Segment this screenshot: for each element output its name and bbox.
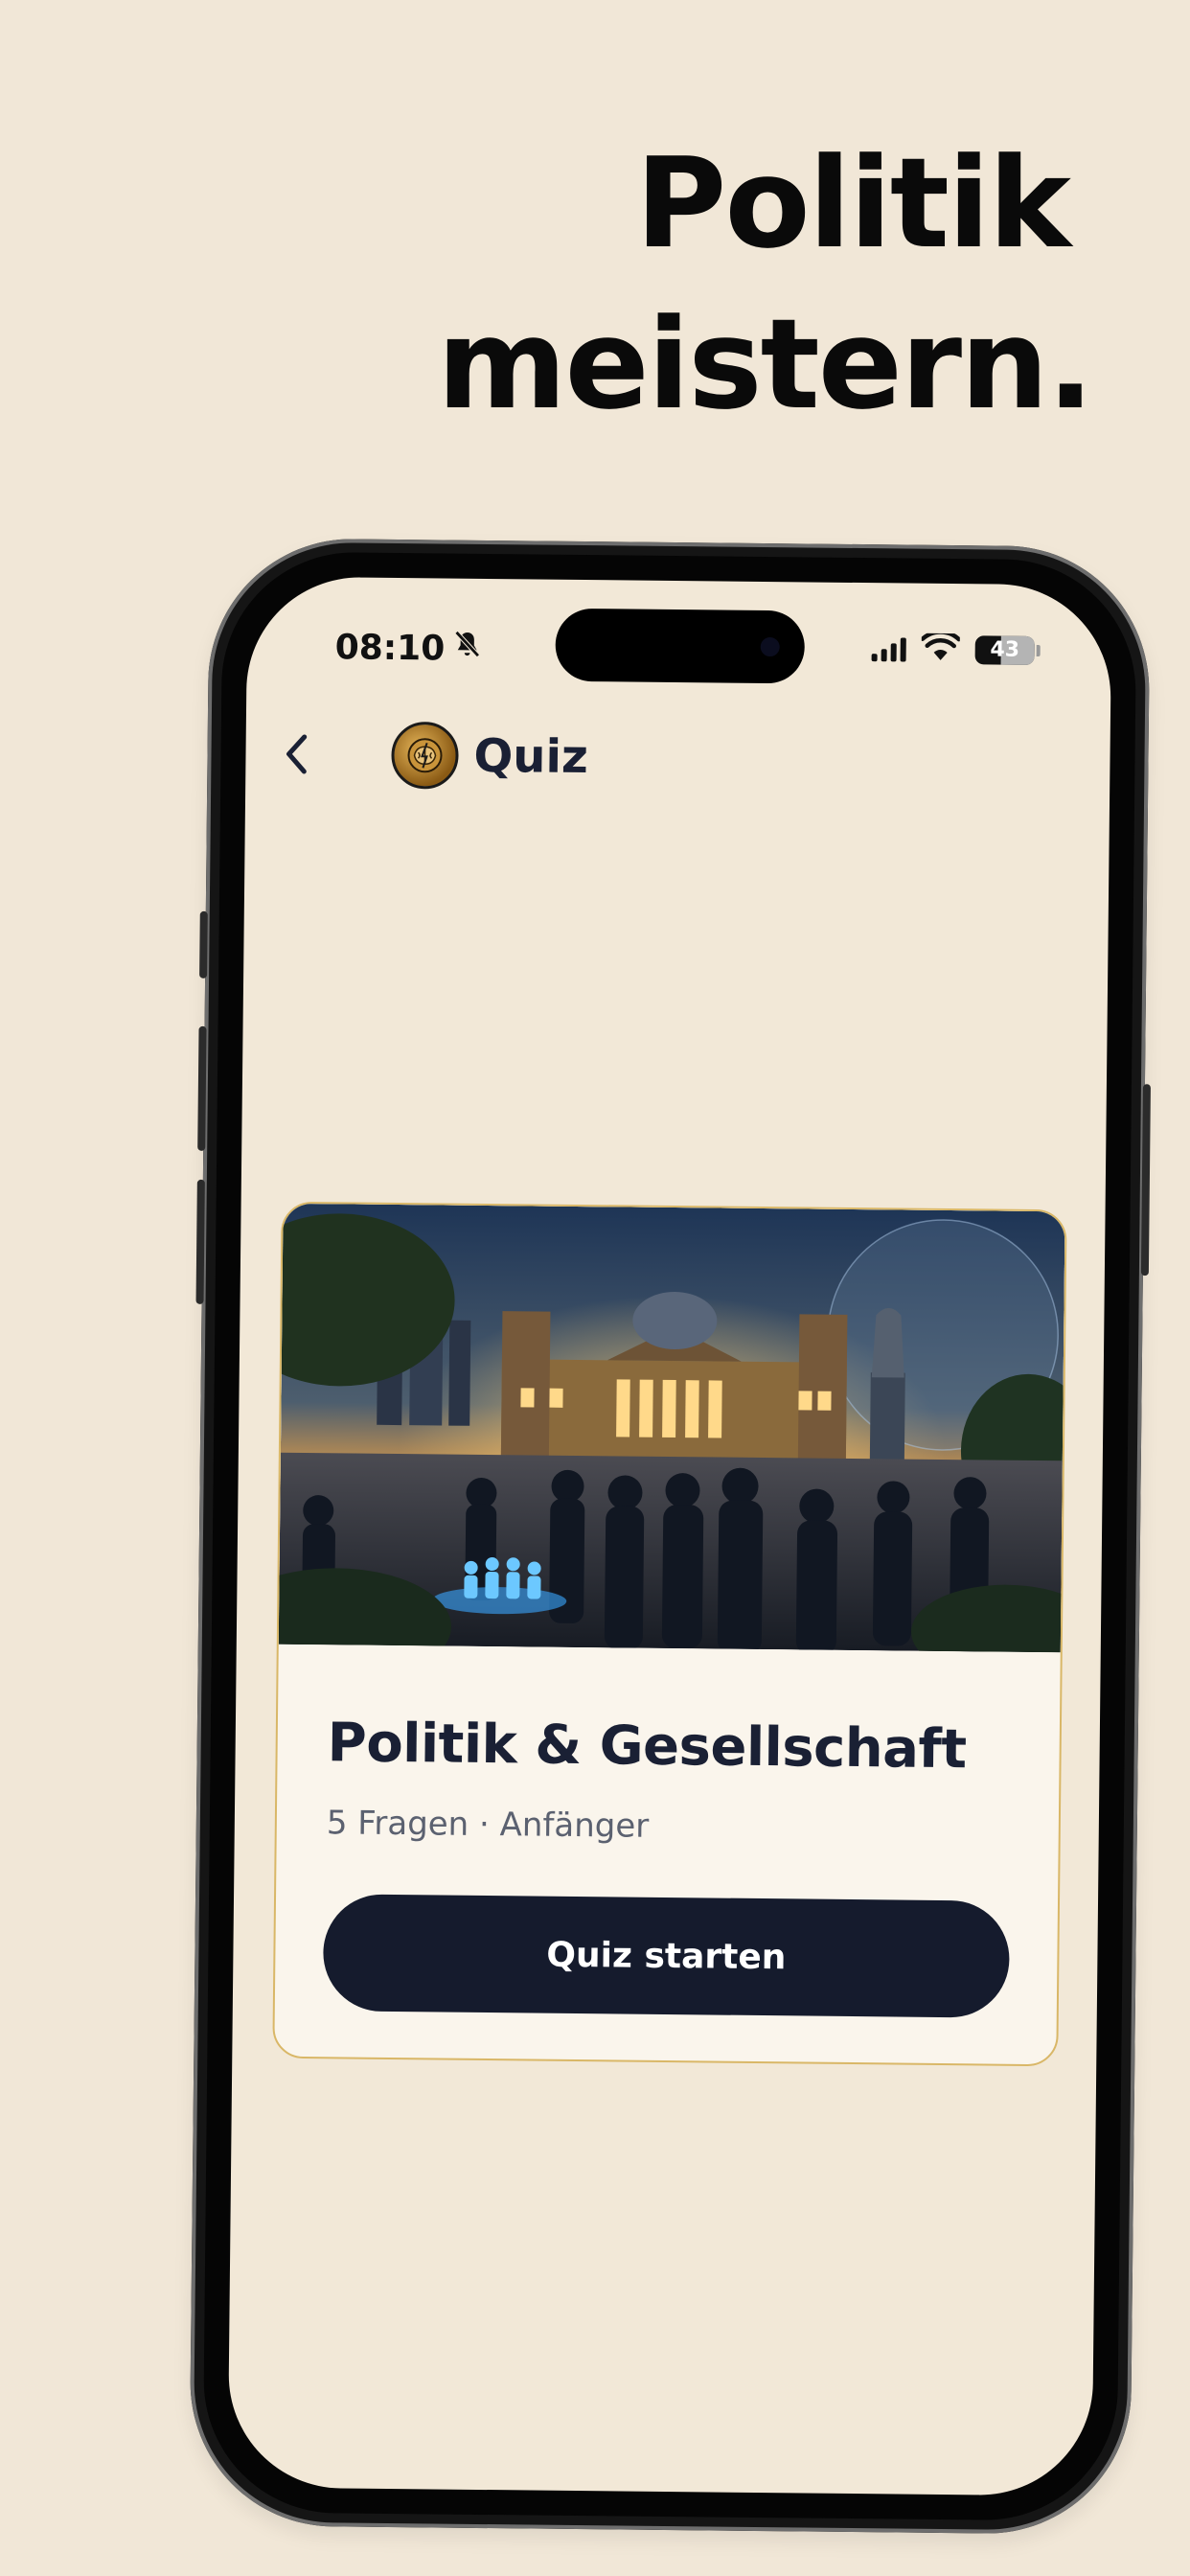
back-button[interactable] bbox=[268, 725, 327, 784]
quiz-meta: 5 Fragen · Anfänger bbox=[326, 1804, 650, 1846]
phone-volume-down-button bbox=[195, 1179, 205, 1304]
headline-line-1: Politik bbox=[635, 130, 1071, 276]
status-indicators: 43 bbox=[871, 630, 1041, 667]
camera-icon bbox=[760, 636, 780, 657]
status-time: 08:10 bbox=[334, 627, 483, 670]
phone-volume-up-button bbox=[197, 1025, 207, 1151]
nav-title: Quiz bbox=[473, 728, 589, 785]
wifi-icon bbox=[920, 630, 962, 666]
chevron-left-icon bbox=[286, 734, 308, 774]
brain-logo-icon bbox=[391, 721, 459, 790]
status-time-text: 08:10 bbox=[334, 628, 446, 669]
start-quiz-button[interactable]: Quiz starten bbox=[322, 1894, 1011, 2018]
top-nav: Quiz bbox=[268, 721, 588, 791]
quiz-card-image bbox=[278, 1203, 1065, 1653]
headline-line-2: meistern. bbox=[437, 291, 1094, 437]
phone-screen: 08:10 43 Quiz Politik & Gesellschaft 5 F… bbox=[227, 576, 1112, 2496]
phone-frame: 08:10 43 Quiz Politik & Gesellschaft 5 F… bbox=[189, 537, 1151, 2536]
battery-icon: 43 bbox=[974, 635, 1035, 665]
dynamic-island bbox=[555, 608, 806, 684]
cellular-signal-icon bbox=[871, 636, 906, 662]
battery-nub bbox=[1036, 644, 1041, 656]
quiz-card[interactable]: Politik & Gesellschaft 5 Fragen · Anfäng… bbox=[272, 1201, 1067, 2067]
phone-action-button bbox=[199, 910, 208, 978]
bell-muted-icon bbox=[450, 629, 483, 670]
phone-power-button bbox=[1140, 1084, 1151, 1276]
quiz-title: Politik & Gesellschaft bbox=[327, 1712, 967, 1782]
marketing-headline: Politik meistern. bbox=[437, 123, 1094, 445]
battery-level: 43 bbox=[990, 637, 1020, 662]
